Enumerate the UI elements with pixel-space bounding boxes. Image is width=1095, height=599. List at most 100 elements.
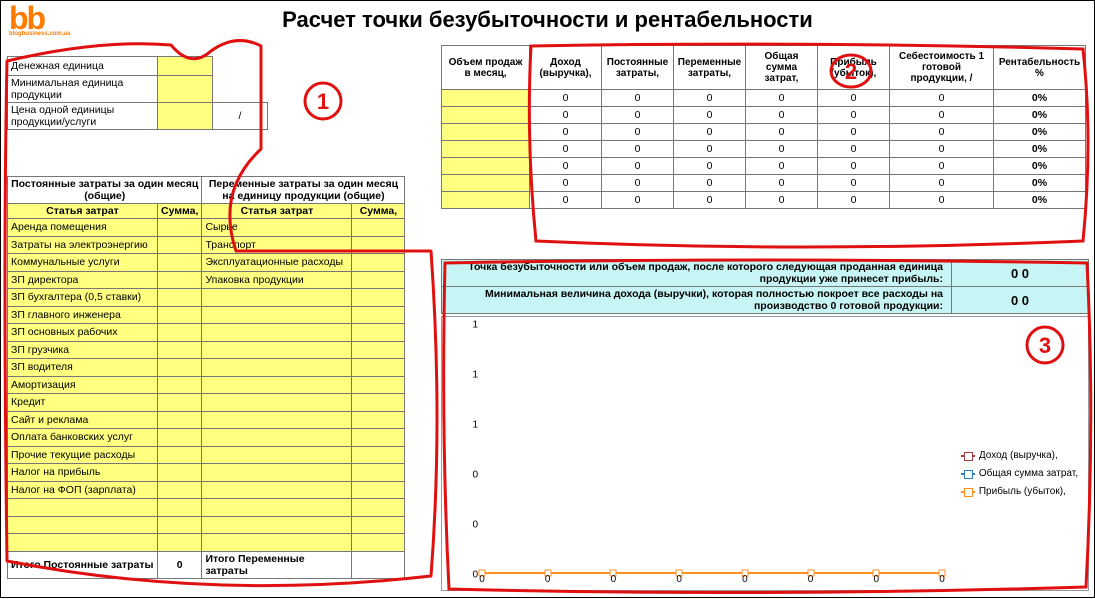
variable-item[interactable] (202, 394, 352, 412)
fixed-sum[interactable] (158, 306, 202, 324)
col-item-fixed: Статья затрат (8, 204, 158, 219)
fixed-sum[interactable] (158, 341, 202, 359)
variable-sum[interactable] (352, 236, 405, 254)
fixed-item[interactable]: ЗП бухгалтера (0,5 ставки) (8, 289, 158, 307)
variable-item[interactable] (202, 499, 352, 517)
variable-item[interactable] (202, 446, 352, 464)
variable-item[interactable] (202, 481, 352, 499)
fixed-item[interactable]: Затраты на электроэнергию (8, 236, 158, 254)
results-cell: 0% (994, 158, 1086, 175)
sales-input[interactable] (442, 124, 530, 141)
min-unit-input[interactable] (158, 76, 213, 103)
fixed-sum[interactable] (158, 464, 202, 482)
variable-item[interactable] (202, 534, 352, 552)
variable-item[interactable] (202, 376, 352, 394)
variable-sum[interactable] (352, 446, 405, 464)
variable-sum[interactable] (352, 499, 405, 517)
variable-sum[interactable] (352, 376, 405, 394)
variable-item[interactable] (202, 324, 352, 342)
unit-price-input[interactable] (158, 103, 213, 130)
results-cell: 0 (530, 124, 602, 141)
fixed-item[interactable] (8, 499, 158, 517)
fixed-sum[interactable] (158, 516, 202, 534)
sales-input[interactable] (442, 141, 530, 158)
fixed-item[interactable]: ЗП основных рабочих (8, 324, 158, 342)
fixed-sum[interactable] (158, 411, 202, 429)
fixed-sum[interactable] (158, 219, 202, 237)
sales-input[interactable] (442, 158, 530, 175)
fixed-sum[interactable] (158, 324, 202, 342)
fixed-sum[interactable] (158, 376, 202, 394)
variable-sum[interactable] (352, 516, 405, 534)
fixed-item[interactable]: ЗП директора (8, 271, 158, 289)
variable-sum[interactable] (352, 411, 405, 429)
fixed-sum[interactable] (158, 254, 202, 272)
results-cell: 0% (994, 124, 1086, 141)
sales-input[interactable] (442, 192, 530, 209)
sales-input[interactable] (442, 107, 530, 124)
fixed-sum[interactable] (158, 481, 202, 499)
fixed-item[interactable]: Налог на ФОП (зарплата) (8, 481, 158, 499)
variable-sum[interactable] (352, 341, 405, 359)
results-cell: 0 (746, 141, 818, 158)
page-title: Расчет точки безубыточности и рентабельн… (1, 7, 1094, 33)
variable-item[interactable] (202, 516, 352, 534)
variable-sum[interactable] (352, 219, 405, 237)
results-cell: 0 (602, 141, 674, 158)
fixed-item[interactable]: ЗП водителя (8, 359, 158, 377)
sales-input[interactable] (442, 90, 530, 107)
fixed-item[interactable]: Кредит (8, 394, 158, 412)
variable-sum[interactable] (352, 271, 405, 289)
variable-item[interactable]: Упаковка продукции (202, 271, 352, 289)
fixed-item[interactable]: Сайт и реклама (8, 411, 158, 429)
variable-sum[interactable] (352, 324, 405, 342)
variable-item[interactable]: Транспорт (202, 236, 352, 254)
fixed-item[interactable]: Аренда помещения (8, 219, 158, 237)
fixed-sum[interactable] (158, 429, 202, 447)
variable-item[interactable]: Эксплуатационные расходы (202, 254, 352, 272)
fixed-sum[interactable] (158, 289, 202, 307)
variable-sum[interactable] (352, 306, 405, 324)
results-cell: 0 (746, 192, 818, 209)
variable-sum[interactable] (352, 289, 405, 307)
results-cell: 0 (746, 124, 818, 141)
variable-sum[interactable] (352, 254, 405, 272)
fixed-item[interactable]: Налог на прибыль (8, 464, 158, 482)
fixed-item[interactable]: Коммунальные услуги (8, 254, 158, 272)
variable-item[interactable]: Сырье (202, 219, 352, 237)
variable-sum[interactable] (352, 359, 405, 377)
fixed-item[interactable]: Прочие текущие расходы (8, 446, 158, 464)
fixed-sum[interactable] (158, 446, 202, 464)
variable-item[interactable] (202, 359, 352, 377)
fixed-item[interactable]: ЗП грузчика (8, 341, 158, 359)
fixed-item[interactable] (8, 534, 158, 552)
fixed-sum[interactable] (158, 534, 202, 552)
results-cell: 0 (530, 192, 602, 209)
variable-sum[interactable] (352, 464, 405, 482)
currency-input[interactable] (158, 57, 213, 76)
variable-item[interactable] (202, 306, 352, 324)
variable-item[interactable] (202, 289, 352, 307)
variable-sum[interactable] (352, 429, 405, 447)
fixed-sum[interactable] (158, 271, 202, 289)
fixed-sum[interactable] (158, 499, 202, 517)
results-cell: 0 (818, 107, 890, 124)
fixed-item[interactable]: Амортизация (8, 376, 158, 394)
fixed-item[interactable]: Оплата банковских услуг (8, 429, 158, 447)
sales-input[interactable] (442, 175, 530, 192)
fixed-sum[interactable] (158, 394, 202, 412)
fixed-sum[interactable] (158, 359, 202, 377)
variable-item[interactable] (202, 429, 352, 447)
variable-sum[interactable] (352, 534, 405, 552)
variable-item[interactable] (202, 411, 352, 429)
variable-sum[interactable] (352, 394, 405, 412)
results-table: Объем продаж в месяц,Доход (выручка),Пос… (441, 45, 1086, 209)
results-cell: 0% (994, 90, 1086, 107)
fixed-sum[interactable] (158, 236, 202, 254)
variable-item[interactable] (202, 341, 352, 359)
fixed-item[interactable]: ЗП главного инженера (8, 306, 158, 324)
variable-item[interactable] (202, 464, 352, 482)
col-sum-var: Сумма, (352, 204, 405, 219)
fixed-item[interactable] (8, 516, 158, 534)
variable-sum[interactable] (352, 481, 405, 499)
